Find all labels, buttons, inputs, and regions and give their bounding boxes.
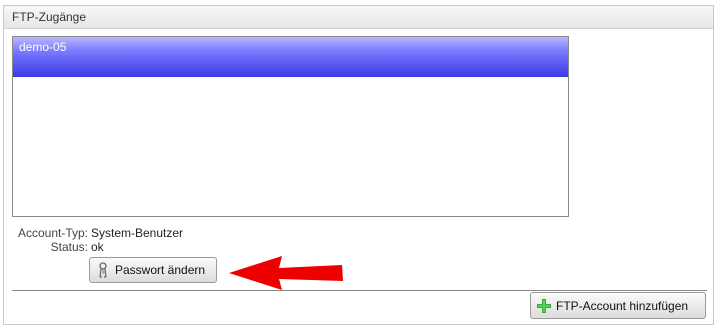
add-ftp-account-button[interactable]: FTP-Account hinzufügen bbox=[530, 292, 706, 319]
status-row: Status: ok bbox=[4, 240, 304, 254]
key-user-icon bbox=[96, 262, 110, 278]
status-value: ok bbox=[91, 240, 104, 254]
ftp-accounts-panel: FTP-Zugänge demo-05 Account-Typ: System-… bbox=[3, 5, 714, 325]
account-type-label: Account-Typ: bbox=[17, 226, 88, 240]
ftp-account-list[interactable]: demo-05 bbox=[12, 36, 569, 217]
change-password-label: Passwort ändern bbox=[115, 263, 206, 277]
change-password-button[interactable]: Passwort ändern bbox=[89, 257, 217, 283]
status-label: Status: bbox=[50, 240, 88, 254]
panel-title: FTP-Zugänge bbox=[4, 6, 713, 29]
account-type-row: Account-Typ: System-Benutzer bbox=[4, 226, 304, 240]
red-arrow-icon bbox=[229, 256, 343, 290]
account-type-value: System-Benutzer bbox=[91, 226, 184, 240]
add-ftp-account-label: FTP-Account hinzufügen bbox=[556, 298, 689, 313]
account-details: Account-Typ: System-Benutzer Status: ok bbox=[4, 226, 304, 254]
list-item-demo-05[interactable]: demo-05 bbox=[13, 37, 568, 77]
divider bbox=[12, 290, 707, 291]
plus-icon bbox=[537, 298, 551, 313]
